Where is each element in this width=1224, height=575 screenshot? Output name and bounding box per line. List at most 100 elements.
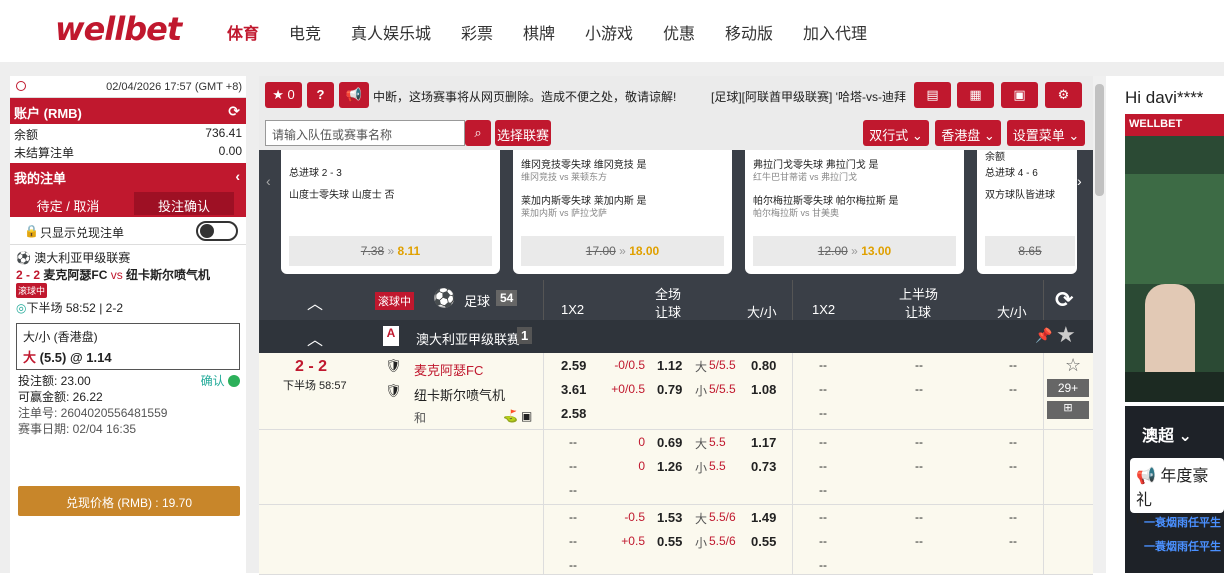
odds-1x2[interactable]: -- xyxy=(569,510,577,524)
odds-over-under[interactable]: 1.17 xyxy=(751,435,776,450)
bet-mode-select[interactable]: 双行式 ⌄ xyxy=(863,120,929,146)
chat-link[interactable]: 一蓑烟雨任平生 xyxy=(1144,538,1221,554)
announcement-button[interactable]: 📢 xyxy=(339,82,369,108)
featured-odds[interactable]: 7.38 » 8.11 xyxy=(289,236,492,266)
odds-over-under[interactable]: 0.80 xyxy=(751,358,776,373)
scoreboard-button[interactable]: ▣ xyxy=(1001,82,1038,108)
my-bets-header[interactable]: 我的注单 ‹ xyxy=(10,163,246,189)
nav-esports[interactable]: 电竞 xyxy=(289,20,321,44)
odds-first-half[interactable]: -- xyxy=(915,382,923,396)
favorites-button[interactable]: ★ 0 xyxy=(265,82,302,108)
odds-handicap[interactable]: 1.12 xyxy=(657,358,682,373)
search-button[interactable]: ⌕ xyxy=(465,120,491,146)
search-input[interactable]: 请输入队伍或赛事名称 xyxy=(265,120,465,146)
league-dropdown[interactable]: 澳超 ⌄ xyxy=(1142,422,1192,446)
odds-first-half[interactable]: -- xyxy=(915,358,923,372)
odds-first-half[interactable]: -- xyxy=(819,534,827,548)
favorite-star-icon[interactable]: ★ xyxy=(1056,322,1076,348)
cashout-button[interactable]: 兑现价格 (RMB) : 19.70 xyxy=(18,486,240,516)
news-headline[interactable]: 📢 年度豪礼 xyxy=(1136,462,1218,510)
odds-1x2[interactable]: 3.61 xyxy=(561,382,586,397)
odds-1x2[interactable]: -- xyxy=(569,558,577,572)
featured-odds[interactable]: 17.00 » 18.00 xyxy=(521,236,724,266)
featured-odds[interactable]: 8.65 xyxy=(985,236,1075,266)
collapse-icon[interactable]: ︿ xyxy=(307,326,323,350)
odds-first-half[interactable]: -- xyxy=(915,435,923,449)
pitch-icon[interactable]: ⛳ xyxy=(503,409,518,423)
odds-first-half[interactable]: -- xyxy=(915,534,923,548)
odds-handicap[interactable]: 0.69 xyxy=(657,435,682,450)
odds-first-half[interactable]: -- xyxy=(819,435,827,449)
odds-1x2[interactable]: 2.58 xyxy=(561,406,586,421)
odds-1x2[interactable]: -- xyxy=(569,534,577,548)
odds-1x2[interactable]: -- xyxy=(569,459,577,473)
odds-first-half[interactable]: -- xyxy=(819,382,827,396)
news-ticker[interactable]: [足球][阿联酋甲级联赛] '哈塔-vs-迪拜 xyxy=(711,88,907,105)
odds-over-under[interactable]: 0.73 xyxy=(751,459,776,474)
nav-promotions[interactable]: 优惠 xyxy=(663,20,695,44)
odds-first-half[interactable]: -- xyxy=(819,510,827,524)
nav-sports[interactable]: 体育 xyxy=(227,20,259,44)
results-button[interactable]: ▦ xyxy=(957,82,994,108)
nav-mobile[interactable]: 移动版 xyxy=(725,20,773,44)
carousel-prev-icon[interactable]: ‹ xyxy=(266,173,271,189)
featured-card[interactable]: 弗拉门戈零失球 弗拉门戈 是 红牛巴甘蒂诺 vs 弗拉门戈 帕尔梅拉斯零失球 帕… xyxy=(745,150,964,274)
featured-card[interactable]: 余额 总进球 4 - 6 双方球队皆进球 8.65 xyxy=(977,150,1077,274)
odds-first-half[interactable]: -- xyxy=(1009,435,1017,449)
pin-icon[interactable]: 📌 xyxy=(1035,327,1052,344)
odds-handicap[interactable]: 1.26 xyxy=(657,459,682,474)
odds-first-half[interactable]: -- xyxy=(819,406,827,420)
cashout-toggle[interactable] xyxy=(196,221,238,241)
settings-menu-select[interactable]: 设置菜单 ⌄ xyxy=(1007,120,1085,146)
odds-handicap[interactable]: 0.55 xyxy=(657,534,682,549)
live-tv-icon[interactable]: ▣ xyxy=(521,409,532,423)
odds-first-half[interactable]: -- xyxy=(915,510,923,524)
odds-over-under[interactable]: 1.08 xyxy=(751,382,776,397)
chevron-left-icon[interactable]: ‹ xyxy=(235,168,240,184)
odds-1x2[interactable]: -- xyxy=(569,435,577,449)
chat-link[interactable]: 一衰烟雨任平生 xyxy=(1144,514,1221,530)
odds-1x2[interactable]: -- xyxy=(569,483,577,497)
live-stream-video[interactable]: WELLBET xyxy=(1125,114,1224,402)
odds-first-half[interactable]: -- xyxy=(915,459,923,473)
odds-over-under[interactable]: 1.49 xyxy=(751,510,776,525)
odds-over-under[interactable]: 0.55 xyxy=(751,534,776,549)
nav-chess[interactable]: 棋牌 xyxy=(523,20,555,44)
odds-first-half[interactable]: -- xyxy=(1009,382,1017,396)
tab-confirmed[interactable]: 投注确认 xyxy=(134,192,234,215)
featured-card[interactable]: 总进球 2 - 3 山度士零失球 山度士 否 7.38 » 8.11 xyxy=(281,150,500,274)
odds-first-half[interactable]: -- xyxy=(1009,358,1017,372)
odds-first-half[interactable]: -- xyxy=(819,358,827,372)
nav-live-casino[interactable]: 真人娱乐城 xyxy=(351,20,431,44)
featured-card[interactable]: 维冈竞技零失球 维冈竞技 是 维冈竞技 vs 莱顿东方 莱加内斯零失球 莱加内斯… xyxy=(513,150,732,274)
odds-handicap[interactable]: 1.53 xyxy=(657,510,682,525)
refresh-icon[interactable]: ⟳ xyxy=(1055,287,1073,313)
odds-first-half[interactable]: -- xyxy=(1009,510,1017,524)
odds-first-half[interactable]: -- xyxy=(819,558,827,572)
odds-1x2[interactable]: 2.59 xyxy=(561,358,586,373)
tab-pending[interactable]: 待定 / 取消 xyxy=(18,192,118,215)
favorite-match-icon[interactable]: ☆ xyxy=(1065,355,1081,376)
carousel-next-icon[interactable]: › xyxy=(1077,173,1082,189)
away-team[interactable]: 纽卡斯尔喷气机 xyxy=(414,385,505,404)
nav-mini-games[interactable]: 小游戏 xyxy=(585,20,633,44)
odds-first-half[interactable]: -- xyxy=(819,459,827,473)
settings-button[interactable]: ⚙ xyxy=(1045,82,1082,108)
refresh-icon[interactable]: ⟳ xyxy=(228,103,240,120)
odds-type-select[interactable]: 香港盘 ⌄ xyxy=(935,120,1001,146)
nav-affiliate[interactable]: 加入代理 xyxy=(803,20,867,44)
scrollbar[interactable] xyxy=(1093,76,1106,573)
odds-first-half[interactable]: -- xyxy=(1009,459,1017,473)
help-button[interactable]: ? xyxy=(307,82,334,108)
featured-odds[interactable]: 12.00 » 13.00 xyxy=(753,236,956,266)
betlist-button[interactable]: ▤ xyxy=(914,82,951,108)
odds-first-half[interactable]: -- xyxy=(1009,534,1017,548)
odds-handicap[interactable]: 0.79 xyxy=(657,382,682,397)
odds-first-half[interactable]: -- xyxy=(819,483,827,497)
stats-icon[interactable]: ⊞ xyxy=(1047,401,1089,419)
nav-lottery[interactable]: 彩票 xyxy=(461,20,493,44)
wellbet-logo[interactable]: wellbet xyxy=(55,10,182,48)
home-team[interactable]: 麦克阿瑟FC xyxy=(414,360,483,379)
more-markets-button[interactable]: 29+ xyxy=(1047,379,1089,397)
scrollbar-thumb[interactable] xyxy=(1095,84,1104,196)
